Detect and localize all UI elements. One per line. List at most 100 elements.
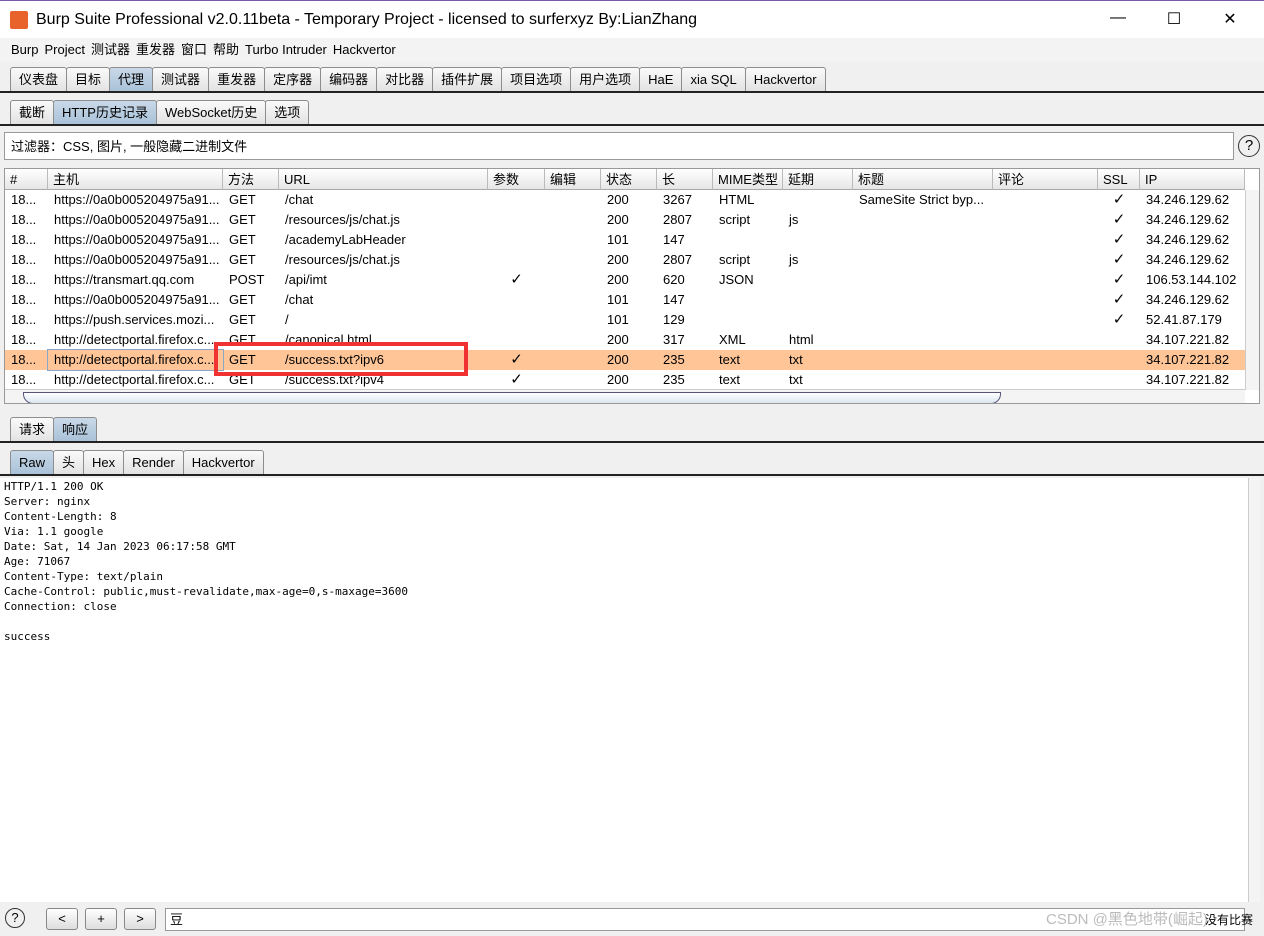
- table-cell: 200: [607, 352, 629, 367]
- tab-item[interactable]: 定序器: [264, 67, 322, 91]
- table-row[interactable]: 18... https://transmart.qq.com POST/api/im…: [5, 270, 1245, 290]
- table-row[interactable]: 18... https://push.services.mozi... GET / 10…: [5, 310, 1245, 330]
- tab-item[interactable]: Hex: [83, 450, 125, 474]
- table-cell: 18...: [11, 252, 37, 267]
- column-header[interactable]: 长: [657, 169, 713, 190]
- table-cell: [1098, 370, 1140, 390]
- table-cell: [1098, 350, 1140, 370]
- column-header[interactable]: 参数: [488, 169, 545, 190]
- table-row[interactable]: 18... https://0a0b005204975a91... GET/reso…: [5, 210, 1245, 230]
- table-cell: html: [789, 332, 814, 347]
- help-icon[interactable]: ?: [5, 908, 25, 928]
- column-header[interactable]: SSL: [1098, 169, 1140, 190]
- table-cell: 18...: [11, 352, 37, 367]
- tab-item[interactable]: 测试器: [152, 67, 210, 91]
- menu-item[interactable]: 测试器: [91, 42, 130, 57]
- table-cell: 34.246.129.62: [1146, 212, 1230, 227]
- table-cell: 101: [607, 232, 629, 247]
- response-body[interactable]: HTTP/1.1 200 OK Server: nginx Content-Le…: [0, 478, 1248, 902]
- table-row[interactable]: 18... https://0a0b005204975a91... GET/chat…: [5, 190, 1245, 210]
- help-icon[interactable]: ?: [1238, 135, 1260, 157]
- tab-item[interactable]: 插件扩展: [432, 67, 503, 91]
- column-header[interactable]: 延期: [783, 169, 853, 190]
- column-header[interactable]: 评论: [993, 169, 1098, 190]
- table-cell: ✓: [1112, 211, 1126, 228]
- tab-item[interactable]: Hackvertor: [182, 450, 264, 474]
- table-row[interactable]: 18... https://0a0b005204975a91... GET/reso…: [5, 250, 1245, 270]
- menu-item[interactable]: 帮助: [213, 42, 239, 57]
- menu-item[interactable]: Hackvertor: [333, 42, 396, 57]
- burp-logo-icon: [10, 11, 28, 29]
- tab-item[interactable]: 响应: [53, 417, 98, 441]
- tab-item[interactable]: WebSocket历史: [155, 100, 267, 124]
- column-header[interactable]: 标题: [853, 169, 993, 190]
- maximize-button[interactable]: ☐: [1151, 9, 1197, 29]
- tab-item[interactable]: 请求: [10, 417, 55, 441]
- column-header[interactable]: 状态: [601, 169, 657, 190]
- table-row[interactable]: 18... https://0a0b005204975a91... GET/acad…: [5, 230, 1245, 250]
- tab-item[interactable]: 截断: [10, 100, 55, 124]
- menu-item[interactable]: Project: [44, 42, 84, 57]
- table-row[interactable]: 18... http://detectportal.firefox.c... GET…: [5, 330, 1245, 350]
- table-cell: script: [719, 252, 751, 267]
- table-cell: 235: [663, 372, 685, 387]
- highlight-annotation: [214, 342, 468, 376]
- table-cell: SameSite Strict byp...: [859, 192, 984, 207]
- column-header[interactable]: 主机: [48, 169, 223, 190]
- tab-item[interactable]: 选项: [265, 100, 310, 124]
- response-scrollbar[interactable]: [1248, 478, 1260, 902]
- filter-bar[interactable]: 过滤器：CSS, 图片, 一般隐藏二进制文件: [4, 132, 1234, 160]
- tab-item[interactable]: 编码器: [320, 67, 378, 91]
- minimize-button[interactable]: —: [1095, 9, 1141, 27]
- table-cell: [993, 270, 1098, 290]
- close-button[interactable]: ✕: [1207, 9, 1253, 29]
- table-cell: 18...: [11, 272, 37, 287]
- table-cell: 200: [607, 372, 629, 387]
- table-cell: 200: [607, 192, 629, 207]
- tab-item[interactable]: 对比器: [376, 67, 434, 91]
- table-cell: ✓: [510, 351, 523, 368]
- table-row[interactable]: 18... https://0a0b005204975a91... GET/chat…: [5, 290, 1245, 310]
- tab-item[interactable]: 用户选项: [570, 67, 641, 91]
- scroll-thumb[interactable]: [23, 392, 1001, 403]
- table-cell: 200: [607, 272, 629, 287]
- column-header[interactable]: URL: [279, 169, 488, 190]
- tab-item[interactable]: HTTP历史记录: [53, 100, 157, 124]
- horizontal-scrollbar[interactable]: [5, 389, 1245, 403]
- column-header[interactable]: MIME类型: [713, 169, 783, 190]
- add-button[interactable]: +: [85, 908, 117, 930]
- tab-item[interactable]: xia SQL: [681, 67, 746, 91]
- menu-item[interactable]: 重发器: [136, 42, 175, 57]
- vertical-scrollbar[interactable]: [1245, 190, 1259, 390]
- table-cell: /: [285, 312, 289, 327]
- table-row[interactable]: 18... http://detectportal.firefox.c... GET…: [5, 370, 1245, 390]
- menu-item[interactable]: Burp: [11, 42, 38, 57]
- tab-item[interactable]: Render: [123, 450, 184, 474]
- table-cell: [993, 290, 1098, 310]
- tab-item[interactable]: Hackvertor: [744, 67, 826, 91]
- table-row[interactable]: 18... http://detectportal.firefox.c... GET…: [5, 349, 1245, 371]
- column-header[interactable]: 编辑: [545, 169, 601, 190]
- table-cell: https://transmart.qq.com: [54, 272, 195, 287]
- previous-button[interactable]: <: [46, 908, 78, 930]
- table-cell: [545, 350, 601, 370]
- table-cell: [783, 270, 853, 290]
- menu-item[interactable]: 窗口: [181, 42, 207, 57]
- column-header[interactable]: IP: [1140, 169, 1245, 190]
- tab-item[interactable]: HaE: [639, 67, 683, 91]
- next-button[interactable]: >: [124, 908, 156, 930]
- tab-item[interactable]: Raw: [10, 450, 55, 474]
- tab-item[interactable]: 重发器: [208, 67, 266, 91]
- column-header[interactable]: 方法: [223, 169, 279, 190]
- menu-item[interactable]: Turbo Intruder: [245, 42, 327, 57]
- tab-item[interactable]: 仪表盘: [10, 67, 68, 91]
- tab-item[interactable]: 头: [53, 450, 85, 474]
- tab-item[interactable]: 项目选项: [501, 67, 572, 91]
- column-header[interactable]: #: [5, 169, 48, 190]
- tab-item[interactable]: 代理: [109, 67, 154, 91]
- table-cell: [713, 310, 783, 330]
- tab-item[interactable]: 目标: [66, 67, 111, 91]
- table-cell: 34.246.129.62: [1146, 292, 1230, 307]
- table-cell: GET: [229, 232, 256, 247]
- table-cell: https://0a0b005204975a91...: [54, 232, 220, 247]
